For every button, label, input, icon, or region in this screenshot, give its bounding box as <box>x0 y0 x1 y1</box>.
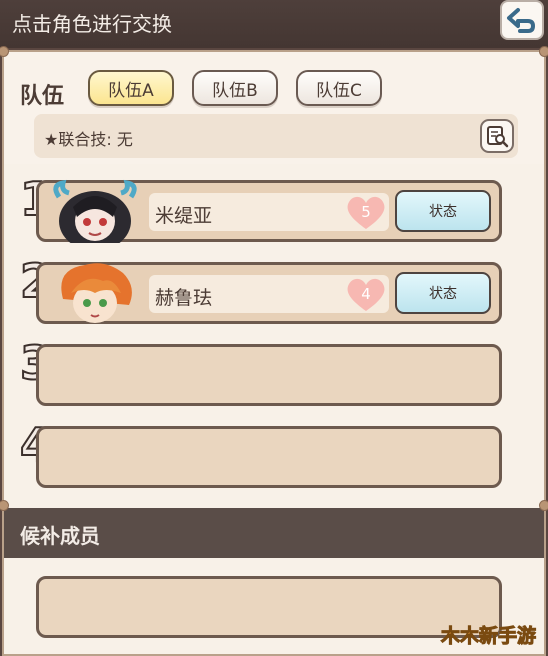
character-name-1: 米缇亚 <box>155 205 213 227</box>
combo-detail-button[interactable] <box>480 119 514 153</box>
tab-team-b[interactable]: 队伍B <box>192 70 278 106</box>
team-label: 队伍 <box>20 84 65 109</box>
status-button-2[interactable]: 状态 <box>395 272 491 314</box>
name-plate-1: 米缇亚 5 <box>149 193 389 231</box>
watermark: 木木新手游 <box>440 625 536 648</box>
heart-level-icon-1: 5 <box>345 193 387 231</box>
status-button-1[interactable]: 状态 <box>395 190 491 232</box>
name-plate-2: 赫鲁珐 4 <box>149 275 389 313</box>
back-arrow-icon <box>507 8 535 33</box>
heart-level-1: 5 <box>361 203 371 221</box>
member-slot-3-empty[interactable] <box>36 344 502 406</box>
back-button[interactable] <box>500 0 544 40</box>
combo-skill-bar: ★联合技: 无 <box>34 114 518 158</box>
character-portrait-1 <box>45 177 145 243</box>
corner-stud <box>539 46 548 57</box>
bench-header: 候补成员 <box>4 508 544 558</box>
magnifier-note-icon <box>487 126 509 148</box>
member-slot-4-empty[interactable] <box>36 426 502 488</box>
bench-title: 候补成员 <box>20 524 100 548</box>
character-portrait-2 <box>45 259 145 325</box>
character-name-2: 赫鲁珐 <box>155 287 213 309</box>
team-panel: 队伍 队伍A 队伍B 队伍C ★联合技: 无 1 <box>0 46 548 656</box>
combo-skill-text: ★联合技: 无 <box>44 130 133 149</box>
bench-slot-1[interactable] <box>36 576 502 638</box>
heart-level-2: 4 <box>361 285 371 303</box>
tab-team-a[interactable]: 队伍A <box>88 70 174 106</box>
team-selector: 队伍 队伍A 队伍B 队伍C ★联合技: 无 <box>4 52 544 164</box>
tab-team-c[interactable]: 队伍C <box>296 70 382 106</box>
member-slot-2[interactable]: 赫鲁珐 4 状态 <box>36 262 502 324</box>
corner-stud <box>539 500 548 511</box>
heart-level-icon-2: 4 <box>345 275 387 313</box>
member-slot-1[interactable]: 米缇亚 5 状态 <box>36 177 502 243</box>
team-slots: 1 米缇亚 <box>4 164 544 508</box>
page-title: 点击角色进行交换 <box>12 12 172 36</box>
top-bar: 点击角色进行交换 <box>0 0 548 48</box>
